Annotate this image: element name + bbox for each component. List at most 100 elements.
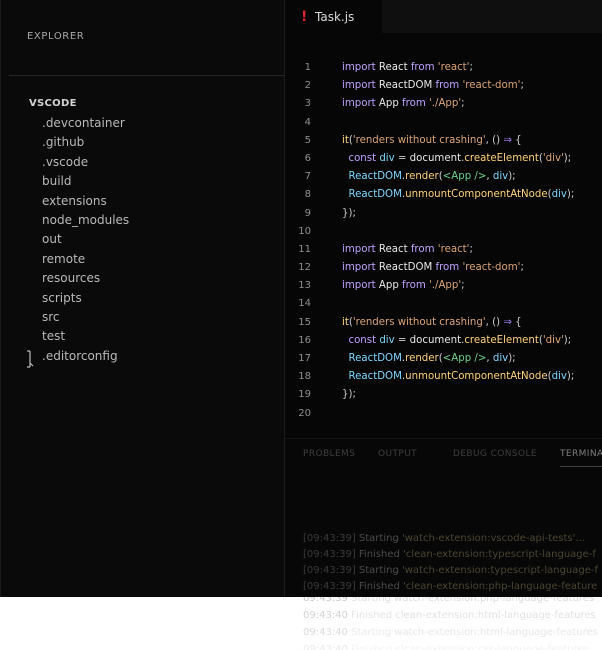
line-number: 4 <box>304 116 311 128</box>
line-number: 10 <box>298 225 311 237</box>
code-line: it('renders without crashing', () ⇒ { <box>342 132 574 150</box>
panel-tab-debug-console[interactable]: DEBUG CONSOLE <box>453 449 537 459</box>
terminal-time: [09:43:39] <box>303 533 356 544</box>
file-tree-item[interactable]: src <box>42 308 129 327</box>
code-token: div <box>551 189 567 201</box>
terminal-line: [09:43:39] Finished 'clean-extension:php… <box>303 579 598 595</box>
code-token: ; <box>461 98 465 110</box>
code-token: import <box>342 80 376 92</box>
code-token: from <box>402 280 426 292</box>
file-tree-item[interactable]: .vscode <box>42 153 129 172</box>
line-number: 5 <box>304 134 311 146</box>
explorer-title: EXPLORER <box>27 31 85 42</box>
faded-task: clean-extension:css-language-features <box>395 644 589 650</box>
faded-terminal-line: 09:43:40 Finished clean-extension:css-la… <box>303 641 602 650</box>
code-line: import React from 'react'; <box>342 59 574 77</box>
line-number: 2 <box>304 80 311 92</box>
terminal-line: [09:43:39] Starting 'watch-extension:vsc… <box>303 531 598 547</box>
code-token: div <box>492 353 509 364</box>
faded-task: watch-extension:php-language-features <box>394 597 595 604</box>
line-number: 6 <box>304 152 311 164</box>
code-token: ReactDOM <box>375 80 436 92</box>
sidebar-divider <box>9 75 294 76</box>
code-text[interactable]: import React from 'react'; import ReactDO… <box>342 59 574 423</box>
code-token: 'renders without crashing' <box>352 134 486 146</box>
file-tree-item[interactable]: remote <box>42 250 129 269</box>
terminal-task: 'watch-extension:typescript-language-f <box>401 565 599 576</box>
code-token: ; <box>520 262 524 274</box>
line-number: 15 <box>298 316 311 328</box>
faded-terminal-lines: 09:43:39 Starting watch-extension:php-la… <box>303 597 602 650</box>
line-number: 13 <box>298 280 311 292</box>
code-token: div <box>492 171 509 183</box>
terminal-time: [09:43:39] <box>303 549 356 560</box>
line-number: 3 <box>304 98 311 110</box>
code-token: React <box>375 62 411 73</box>
code-token: render <box>405 171 439 183</box>
code-token: <App /> <box>442 353 487 364</box>
code-token: ReactDOM <box>375 262 436 274</box>
faded-terminal-line: 09:43:39 Starting watch-extension:php-la… <box>303 597 602 607</box>
terminal-time: [09:43:39] <box>303 565 356 576</box>
code-line: import ReactDOM from 'react-dom'; <box>342 77 574 95</box>
code-token: it <box>342 134 349 146</box>
code-token: div <box>551 371 567 383</box>
file-tree-item[interactable]: .devcontainer <box>42 114 129 133</box>
code-token: ReactDOM <box>342 353 402 364</box>
tab-label: Task.js <box>315 10 355 24</box>
faded-word: Starting <box>347 597 395 604</box>
code-token: ReactDOM <box>342 371 402 383</box>
code-line: ReactDOM.unmountComponentAtNode(div); <box>342 186 574 204</box>
file-tree-item[interactable]: scripts <box>42 289 129 308</box>
file-tree-item[interactable]: node_modules <box>42 211 129 230</box>
code-token: ; <box>461 280 465 292</box>
file-tree-item[interactable]: out <box>42 230 129 249</box>
file-tree-item[interactable]: .github <box>42 133 129 152</box>
code-token: div <box>376 334 395 346</box>
explorer-sidebar: EXPLORER VSCODE .devcontainer .github .vsc… <box>0 0 294 597</box>
line-number: 1 <box>304 62 311 73</box>
faded-word: Finished <box>347 644 396 650</box>
panel-tab-problems[interactable]: PROBLEMS <box>303 449 355 459</box>
terminal-line: [09:43:39] Starting 'watch-extension:typ… <box>303 563 598 579</box>
file-tree-item[interactable]: test <box>42 327 129 346</box>
panel-tab-output[interactable]: OUTPUT <box>378 449 417 459</box>
code-token: ⇒ <box>503 134 512 146</box>
editor-area: ! Task.js 1 2 3 4 5 6 7 8 9 10 11 12 13 14 15 16 17 18 19 2… <box>285 0 602 597</box>
code-token: , () <box>485 134 504 146</box>
file-tree-item[interactable]: extensions <box>42 192 129 211</box>
code-token: 'renders without crashing' <box>352 316 486 328</box>
line-number: 14 <box>298 298 311 310</box>
line-number: 17 <box>298 353 311 364</box>
faded-time: 09:43:39 <box>303 597 348 604</box>
file-tree-item[interactable]: .editorconfig <box>42 347 129 366</box>
tab-bar: ! Task.js <box>285 0 602 33</box>
code-token: 'react' <box>434 62 470 73</box>
terminal-line: [09:43:39] Finished 'clean-extension:typ… <box>303 547 598 563</box>
code-token: createElement <box>464 152 539 164</box>
code-token: ); <box>563 152 572 164</box>
code-token: = <box>394 152 410 164</box>
code-line: }); <box>342 386 574 404</box>
code-token: from <box>435 80 460 92</box>
code-token: unmountComponentAtNode <box>405 189 548 201</box>
faded-terminal-line: 09:43:40 Starting watch-extension:html-l… <box>303 624 602 641</box>
code-line: ReactDOM.unmountComponentAtNode(div); <box>342 368 574 386</box>
code-token: 'div' <box>542 334 564 346</box>
file-tree-item[interactable]: resources <box>42 269 129 288</box>
terminal-output[interactable]: [09:43:39] Starting 'watch-extension:vsc… <box>303 531 598 595</box>
panel-tab-terminal[interactable]: TERMINAL <box>560 449 602 459</box>
root-folder[interactable]: VSCODE <box>29 98 77 109</box>
line-number-gutter: 1 2 3 4 5 6 7 8 9 10 11 12 13 14 15 16 17 18 19 20 <box>285 59 311 423</box>
file-tree-item[interactable]: build <box>42 172 129 191</box>
tab-task-js[interactable]: ! Task.js <box>285 0 382 33</box>
faded-task: clean-extension:html-language-features <box>395 610 596 621</box>
code-token: import <box>342 280 376 292</box>
code-token: it <box>342 316 349 328</box>
terminal-task: 'clean-extension:php-language-feature <box>403 581 598 592</box>
code-token: ); <box>566 189 575 201</box>
terminal-word: Finished <box>355 581 404 592</box>
line-number: 8 <box>304 189 311 201</box>
code-token: ReactDOM <box>342 171 402 183</box>
code-line: it('renders without crashing', () ⇒ { <box>342 314 574 332</box>
